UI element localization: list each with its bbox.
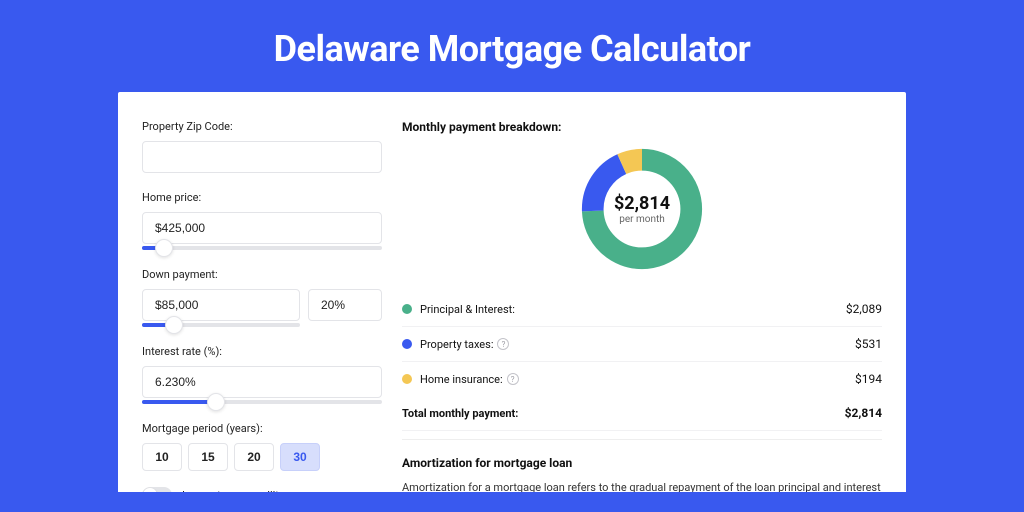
- slider-thumb[interactable]: [155, 239, 173, 257]
- breakdown-title: Monthly payment breakdown:: [402, 120, 882, 134]
- interest-rate-input[interactable]: [142, 366, 382, 398]
- home-price-field-block: Home price:: [142, 191, 382, 250]
- breakdown-row: Principal & Interest:$2,089: [402, 292, 882, 327]
- down-payment-field-block: Down payment:: [142, 268, 382, 327]
- legend-dot: [402, 339, 412, 349]
- legend-dot: [402, 374, 412, 384]
- breakdown-value: $2,089: [846, 302, 882, 316]
- mortgage-period-field-block: Mortgage period (years): 10152030: [142, 422, 382, 471]
- home-price-label: Home price:: [142, 191, 382, 204]
- veteran-toggle[interactable]: [142, 487, 172, 492]
- breakdown-value: $531: [855, 337, 882, 351]
- breakdown-label: Home insurance:?: [420, 373, 855, 386]
- period-button-10[interactable]: 10: [142, 443, 182, 471]
- breakdown-row: Home insurance:?$194: [402, 362, 882, 396]
- home-price-input[interactable]: [142, 212, 382, 244]
- donut-center: $2,814 per month: [614, 193, 670, 225]
- slider-thumb[interactable]: [207, 393, 225, 411]
- breakdown-value: $194: [855, 372, 882, 386]
- amortization-section: Amortization for mortgage loan Amortizat…: [402, 439, 882, 492]
- veteran-toggle-row: I am veteran or military: [142, 487, 382, 492]
- down-payment-slider[interactable]: [142, 323, 300, 327]
- total-row: Total monthly payment: $2,814: [402, 396, 882, 431]
- zip-label: Property Zip Code:: [142, 120, 382, 133]
- toggle-knob: [143, 488, 157, 492]
- donut-amount: $2,814: [614, 193, 670, 214]
- period-button-20[interactable]: 20: [234, 443, 274, 471]
- donut-chart: $2,814 per month: [577, 144, 707, 274]
- breakdown-label: Principal & Interest:: [420, 303, 846, 316]
- home-price-slider[interactable]: [142, 246, 382, 250]
- total-value: $2,814: [845, 406, 882, 420]
- breakdown-row: Property taxes:?$531: [402, 327, 882, 362]
- breakdown-label: Property taxes:?: [420, 338, 855, 351]
- down-payment-amount-input[interactable]: [142, 289, 300, 321]
- page-title: Delaware Mortgage Calculator: [0, 0, 1024, 92]
- total-label: Total monthly payment:: [402, 407, 845, 420]
- slider-thumb[interactable]: [165, 316, 183, 334]
- down-payment-label: Down payment:: [142, 268, 382, 281]
- donut-chart-wrap: $2,814 per month: [402, 144, 882, 274]
- info-icon[interactable]: ?: [497, 338, 509, 350]
- interest-rate-field-block: Interest rate (%):: [142, 345, 382, 404]
- mortgage-period-label: Mortgage period (years):: [142, 422, 382, 435]
- amortization-text: Amortization for a mortgage loan refers …: [402, 480, 882, 492]
- inputs-column: Property Zip Code: Home price: Down paym…: [142, 120, 382, 492]
- veteran-toggle-label: I am veteran or military: [182, 489, 294, 493]
- donut-sub: per month: [614, 214, 670, 225]
- zip-input[interactable]: [142, 141, 382, 173]
- down-payment-percent-input[interactable]: [308, 289, 382, 321]
- legend-dot: [402, 304, 412, 314]
- period-button-15[interactable]: 15: [188, 443, 228, 471]
- interest-rate-label: Interest rate (%):: [142, 345, 382, 358]
- info-icon[interactable]: ?: [507, 373, 519, 385]
- calculator-card: Property Zip Code: Home price: Down paym…: [118, 92, 906, 492]
- amortization-title: Amortization for mortgage loan: [402, 456, 882, 470]
- period-button-30[interactable]: 30: [280, 443, 320, 471]
- mortgage-period-options: 10152030: [142, 443, 382, 471]
- zip-field-block: Property Zip Code:: [142, 120, 382, 173]
- breakdown-column: Monthly payment breakdown: $2,814 per mo…: [402, 120, 882, 492]
- interest-rate-slider[interactable]: [142, 400, 382, 404]
